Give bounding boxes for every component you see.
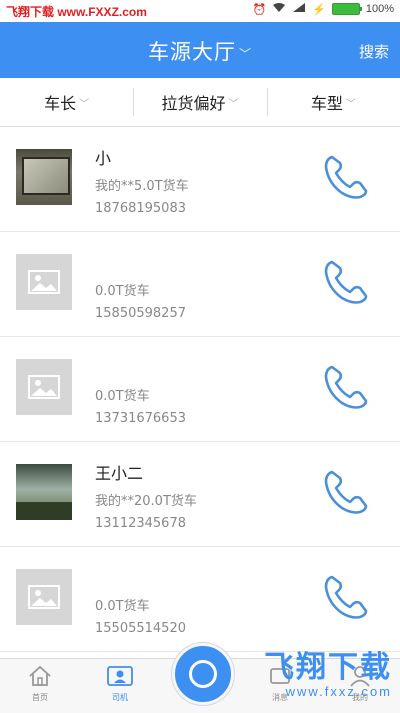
filter-bar: 车长 ﹀ 拉货偏好 ﹀ 车型 ﹀ — [0, 78, 400, 127]
vehicle-photo — [16, 464, 72, 520]
charging-icon: ⚡ — [312, 3, 326, 16]
filter-label: 车长 — [44, 94, 77, 113]
driver-icon — [107, 666, 133, 686]
site-watermark: 飞翔下载 www.fxxz.com — [264, 642, 392, 699]
driver-name: 小 — [95, 149, 112, 168]
page-title: 车源大厅 — [147, 40, 236, 64]
watermark-big: 飞翔下载 — [264, 651, 392, 684]
list-item[interactable]: 0.0T货车 15850598257 — [0, 232, 400, 337]
vehicle-list: 小 我的**5.0T货车 18768195083 0.0T货车 15850598… — [0, 127, 400, 652]
chevron-down-icon: ﹀ — [238, 46, 252, 61]
phone-number: 18768195083 — [95, 201, 186, 216]
search-button[interactable]: 搜索 — [359, 41, 389, 62]
chevron-down-icon: ﹀ — [228, 98, 239, 110]
phone-number: 15505514520 — [95, 621, 186, 636]
filter-label: 拉货偏好 — [161, 94, 226, 113]
watermark-text: 飞翔下载 www.FXXZ.com — [6, 5, 147, 19]
battery-text: 100% — [365, 3, 394, 15]
phone-call-icon[interactable] — [318, 464, 374, 520]
vehicle-desc: 0.0T货车 — [95, 284, 150, 299]
status-bar: 飞翔下载 www.FXXZ.com ⏰ ⚡ 100% — [0, 0, 400, 22]
wifi-icon — [272, 2, 286, 16]
vehicle-desc: 我的**20.0T货车 — [95, 494, 197, 509]
status-icons: ⏰ ⚡ 100% — [252, 2, 394, 16]
image-placeholder-icon — [16, 569, 72, 625]
nav-label: 首页 — [32, 693, 48, 702]
signal-icon — [292, 2, 306, 16]
list-item[interactable]: 0.0T货车 13731676653 — [0, 337, 400, 442]
phone-call-icon[interactable] — [318, 149, 374, 205]
battery-icon — [331, 3, 362, 15]
nav-label: 司机 — [112, 693, 128, 702]
driver-name: 王小二 — [95, 464, 144, 483]
nav-driver[interactable]: 司机 — [90, 663, 150, 703]
list-item[interactable]: 王小二 我的**20.0T货车 13112345678 — [0, 442, 400, 547]
filter-cargo-preference[interactable]: 拉货偏好 ﹀ — [133, 78, 266, 126]
phone-call-icon[interactable] — [318, 359, 374, 415]
app-header: 车源大厅 ﹀ 搜索 — [0, 22, 400, 78]
filter-vehicle-type[interactable]: 车型 ﹀ — [266, 78, 400, 126]
alarm-icon: ⏰ — [252, 3, 267, 16]
chevron-down-icon: ﹀ — [345, 98, 356, 110]
image-placeholder-icon — [16, 359, 72, 415]
list-item[interactable]: 0.0T货车 15505514520 — [0, 547, 400, 652]
list-item[interactable]: 小 我的**5.0T货车 18768195083 — [0, 127, 400, 232]
phone-call-icon[interactable] — [318, 254, 374, 310]
vehicle-photo — [16, 149, 72, 205]
home-icon — [29, 665, 51, 686]
phone-number: 13112345678 — [95, 516, 186, 531]
filter-label: 车型 — [310, 94, 343, 113]
filter-length[interactable]: 车长 ﹀ — [0, 78, 133, 126]
vehicle-desc: 0.0T货车 — [95, 599, 150, 614]
vehicle-desc: 我的**5.0T货车 — [95, 179, 189, 194]
watermark-small: www.fxxz.com — [285, 684, 392, 699]
image-placeholder-icon — [16, 254, 72, 310]
phone-call-icon[interactable] — [318, 569, 374, 625]
chevron-down-icon: ﹀ — [79, 98, 90, 110]
page-title-dropdown[interactable]: 车源大厅 ﹀ — [0, 36, 400, 66]
phone-number: 13731676653 — [95, 411, 186, 426]
nav-home[interactable]: 首页 — [10, 663, 70, 703]
vehicle-desc: 0.0T货车 — [95, 389, 150, 404]
phone-number: 15850598257 — [95, 306, 186, 321]
center-action-button[interactable] — [172, 643, 234, 705]
